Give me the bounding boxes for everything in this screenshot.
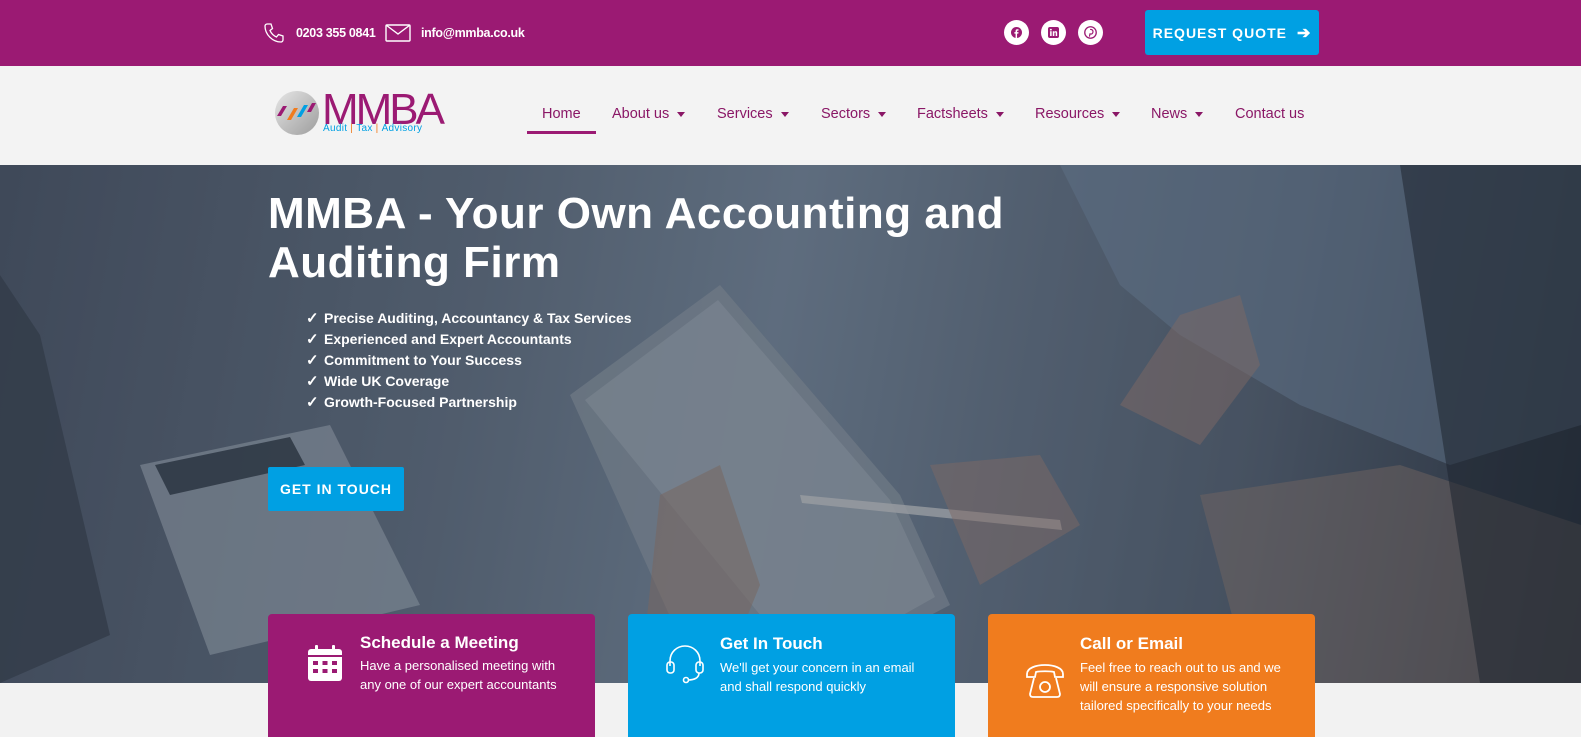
caret-down-icon — [995, 111, 1004, 117]
facebook-icon[interactable] — [1004, 20, 1029, 45]
check-icon: ✓ — [306, 372, 319, 390]
bullet-text: Experienced and Expert Accountants — [324, 330, 572, 347]
get-in-touch-button[interactable]: GET IN TOUCH — [268, 467, 404, 511]
check-icon: ✓ — [306, 309, 319, 327]
logo-mark-icon — [275, 91, 319, 135]
hero-section: MMBA - Your Own Accounting and Auditing … — [0, 165, 1581, 683]
nav-item-contact-us[interactable]: Contact us — [1235, 106, 1304, 122]
logo-tagline: Audit | Tax | Advisory — [323, 123, 423, 134]
nav-item-services[interactable]: Services — [717, 106, 789, 122]
logo-tag-tax: Tax — [356, 123, 373, 134]
caret-down-icon — [1195, 111, 1204, 117]
email-address[interactable]: info@mmba.co.uk — [421, 26, 525, 40]
caret-down-icon — [780, 111, 789, 117]
bullet-text: Commitment to Your Success — [324, 351, 522, 368]
card-text: Feel free to reach out to us and we will… — [1080, 660, 1281, 713]
nav-label: Resources — [1035, 106, 1105, 122]
check-icon: ✓ — [306, 393, 319, 411]
envelope-icon — [385, 24, 411, 42]
bullet-text: Precise Auditing, Accountancy & Tax Serv… — [324, 309, 632, 326]
request-quote-button[interactable]: REQUEST QUOTE ➔ — [1145, 10, 1319, 55]
pinterest-icon[interactable] — [1078, 20, 1103, 45]
logo-tag-advisory: Advisory — [381, 123, 423, 134]
nav-label: Contact us — [1235, 106, 1305, 122]
check-icon: ✓ — [306, 330, 319, 348]
site-header: MMBA Audit | Tax | Advisory Home About us Se… — [0, 66, 1581, 165]
card-text: Have a personalised meeting with any one… — [360, 658, 557, 692]
headset-icon — [666, 645, 704, 684]
caret-down-icon — [1112, 111, 1121, 117]
bullet-text: Growth-Focused Partnership — [324, 393, 517, 410]
top-bar: 0203 355 0841 info@mmba.co.uk REQUEST QU… — [0, 0, 1581, 66]
nav-label: Sectors — [821, 106, 871, 122]
hero-title: MMBA - Your Own Accounting and Auditing … — [268, 189, 1005, 287]
active-nav-indicator — [527, 131, 596, 134]
schedule-meeting-card[interactable]: Schedule a Meeting Have a personalised m… — [268, 614, 595, 737]
nav-label: About us — [612, 106, 670, 122]
telephone-icon — [1026, 664, 1064, 698]
mmba-logo[interactable]: MMBA Audit | Tax | Advisory — [274, 86, 445, 142]
caret-down-icon — [677, 111, 686, 117]
logo-tag-audit: Audit — [323, 123, 348, 134]
nav-label: Home — [542, 106, 581, 122]
nav-item-about-us[interactable]: About us — [612, 106, 686, 122]
linkedin-icon[interactable] — [1041, 20, 1066, 45]
phone-contact[interactable]: 0203 355 0841 — [262, 0, 376, 66]
card-title: Schedule a Meeting — [360, 633, 519, 652]
check-icon: ✓ — [306, 351, 319, 369]
card-title: Get In Touch — [720, 634, 823, 653]
caret-down-icon — [878, 111, 887, 117]
nav-item-news[interactable]: News — [1151, 106, 1204, 122]
nav-item-factsheets[interactable]: Factsheets — [917, 106, 1004, 122]
email-contact[interactable]: info@mmba.co.uk — [385, 0, 525, 66]
nav-label: News — [1151, 106, 1188, 122]
nav-item-sectors[interactable]: Sectors — [821, 106, 887, 122]
bullet-text: Wide UK Coverage — [324, 372, 450, 389]
list-item: ✓ Growth-Focused Partnership — [306, 391, 632, 412]
list-item: ✓ Commitment to Your Success — [306, 349, 632, 370]
nav-label: Services — [717, 106, 773, 122]
hero-bullet-list: ✓ Precise Auditing, Accountancy & Tax Ser… — [306, 307, 632, 412]
call-or-email-card[interactable]: Call or Email Feel free to reach out to … — [988, 614, 1315, 737]
list-item: ✓ Experienced and Expert Accountants — [306, 328, 632, 349]
phone-number[interactable]: 0203 355 0841 — [296, 26, 376, 40]
nav-label: Factsheets — [917, 106, 988, 122]
calendar-icon — [308, 645, 342, 681]
card-text: We'll get your concern in an email and s… — [720, 660, 915, 694]
list-item: ✓ Precise Auditing, Accountancy & Tax Ser… — [306, 307, 632, 328]
nav-item-resources[interactable]: Resources — [1035, 106, 1121, 122]
get-in-touch-card[interactable]: Get In Touch We'll get your concern in a… — [628, 614, 955, 737]
request-quote-label: REQUEST QUOTE — [1152, 24, 1287, 41]
list-item: ✓ Wide UK Coverage — [306, 370, 632, 391]
arrow-right-icon: ➔ — [1296, 24, 1312, 42]
card-title: Call or Email — [1080, 634, 1183, 653]
nav-item-home[interactable]: Home — [542, 106, 581, 122]
phone-icon — [264, 23, 284, 43]
